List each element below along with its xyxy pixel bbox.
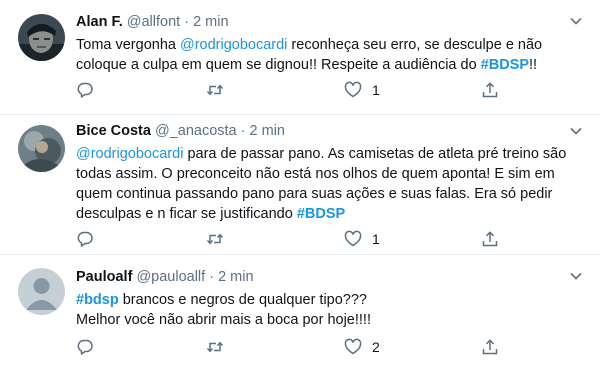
reply-icon [77, 82, 93, 98]
reply-button[interactable] [76, 337, 94, 357]
like-count: 2 [372, 339, 380, 355]
heart-icon [344, 230, 362, 247]
tweet-header: Alan F. @allfont · 2 min [76, 13, 580, 31]
retweet-button[interactable] [206, 80, 224, 100]
tweet[interactable]: Pauloalf @pauloallf · 2 min #bdsp branco… [0, 255, 600, 368]
like-count: 1 [372, 82, 380, 98]
timestamp[interactable]: 2 min [218, 269, 253, 285]
share-button[interactable] [481, 229, 499, 249]
tweet-body: Pauloalf @pauloallf · 2 min #bdsp branco… [76, 268, 580, 330]
share-icon [482, 231, 498, 247]
timestamp[interactable]: 2 min [250, 123, 285, 139]
reply-icon [77, 231, 93, 247]
tweet-text-segment: !! [529, 57, 538, 73]
tweet-actions: 1 [76, 80, 506, 100]
tweet-text-segment: brancos e negros de qualquer tipo??? [118, 292, 367, 308]
reply-icon [77, 339, 93, 355]
timestamp[interactable]: 2 min [193, 14, 228, 30]
retweet-icon [206, 341, 224, 353]
tweet-text-segment: Melhor você não abrir mais a boca por ho… [76, 312, 371, 328]
share-icon [482, 82, 498, 98]
chevron-down-icon[interactable] [569, 269, 583, 283]
hashtag-link[interactable]: #BDSP [297, 206, 345, 222]
chevron-down-icon[interactable] [569, 124, 583, 138]
tweet-actions: 1 [76, 229, 506, 249]
like-button[interactable]: 1 [344, 80, 380, 100]
display-name[interactable]: Pauloalf [76, 269, 132, 285]
like-button[interactable]: 2 [344, 337, 380, 357]
share-icon [482, 339, 498, 355]
display-name[interactable]: Alan F. [76, 14, 123, 30]
like-count: 1 [372, 231, 380, 247]
user-handle[interactable]: @pauloallf [136, 269, 205, 285]
like-button[interactable]: 1 [344, 229, 380, 249]
tweet-feed: Alan F. @allfont · 2 min Toma vergonha @… [0, 0, 600, 368]
tweet-header: Pauloalf @pauloallf · 2 min [76, 268, 580, 286]
tweet-body: Alan F. @allfont · 2 min Toma vergonha @… [76, 13, 580, 75]
tweet-body: Bice Costa @_anacosta · 2 min @rodrigobo… [76, 122, 580, 224]
avatar[interactable] [18, 125, 65, 172]
tweet-text-segment: Toma vergonha [76, 37, 180, 53]
separator-dot: · [184, 14, 190, 30]
hashtag-link[interactable]: #bdsp [76, 292, 119, 308]
heart-icon [344, 81, 362, 98]
reply-button[interactable] [76, 229, 94, 249]
separator-dot: · [209, 269, 215, 285]
share-button[interactable] [481, 80, 499, 100]
separator-dot: · [240, 123, 246, 139]
reply-button[interactable] [76, 80, 94, 100]
retweet-button[interactable] [206, 337, 224, 357]
tweet-text: #bdsp brancos e negros de qualquer tipo?… [76, 290, 580, 330]
tweet-text: Toma vergonha @rodrigobocardi reconheça … [76, 35, 580, 75]
mention-link[interactable]: @rodrigobocardi [76, 146, 183, 162]
retweet-icon [206, 233, 224, 245]
avatar[interactable] [18, 268, 65, 315]
user-handle[interactable]: @allfont [127, 14, 180, 30]
tweet[interactable]: Alan F. @allfont · 2 min Toma vergonha @… [0, 0, 600, 115]
hashtag-link[interactable]: #BDSP [481, 57, 529, 73]
display-name[interactable]: Bice Costa [76, 123, 151, 139]
tweet-text: @rodrigobocardi para de passar pano. As … [76, 144, 580, 224]
mention-link[interactable]: @rodrigobocardi [180, 37, 287, 53]
share-button[interactable] [481, 337, 499, 357]
retweet-button[interactable] [206, 229, 224, 249]
user-handle[interactable]: @_anacosta [155, 123, 237, 139]
chevron-down-icon[interactable] [569, 14, 583, 28]
retweet-icon [206, 84, 224, 96]
tweet-header: Bice Costa @_anacosta · 2 min [76, 122, 580, 140]
avatar[interactable] [18, 14, 65, 61]
heart-icon [344, 338, 362, 355]
tweet-actions: 2 [76, 337, 506, 357]
tweet[interactable]: Bice Costa @_anacosta · 2 min @rodrigobo… [0, 115, 600, 255]
